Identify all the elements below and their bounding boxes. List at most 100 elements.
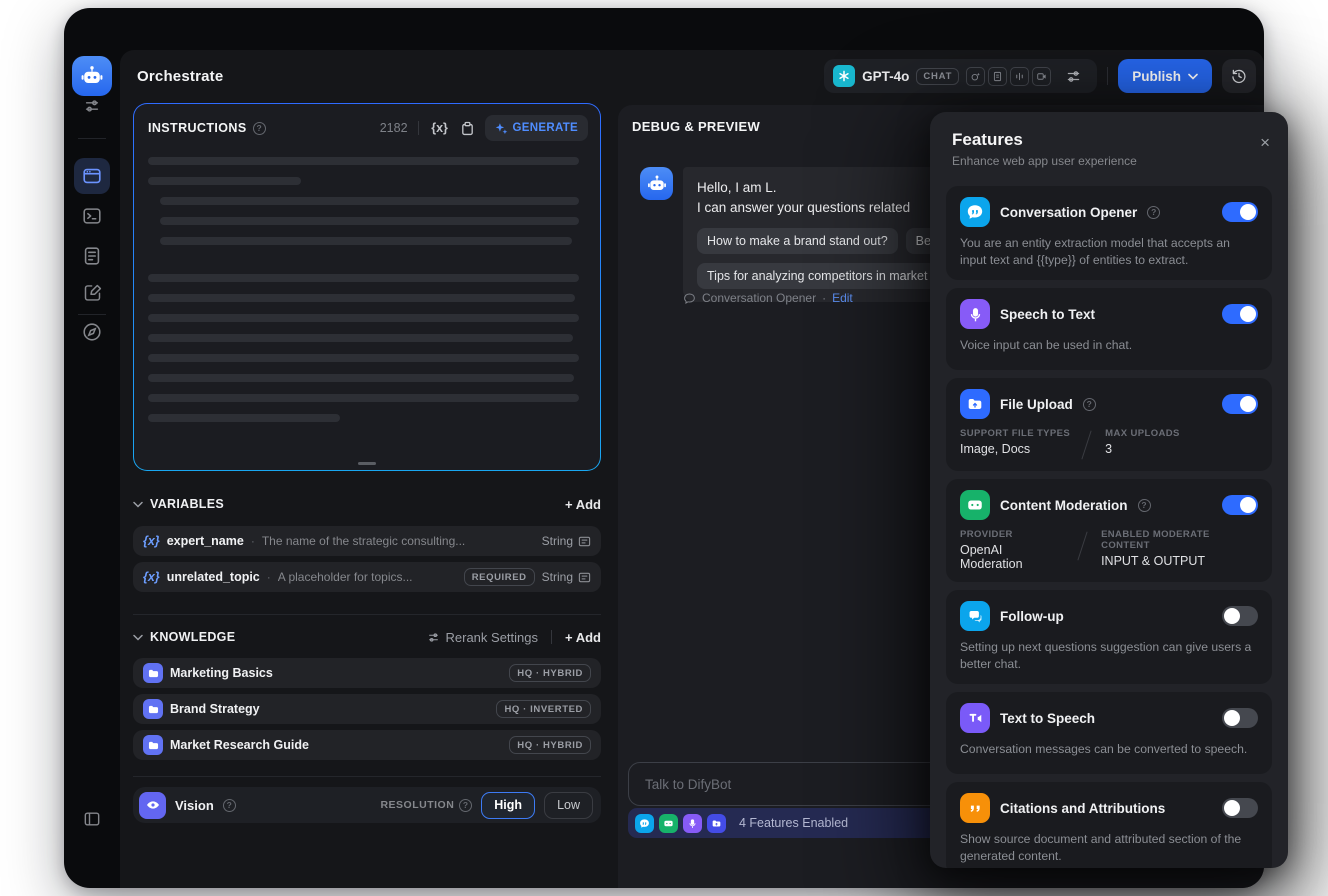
feature-col-label: PROVIDER xyxy=(960,529,1013,541)
speech-to-text-toggle[interactable] xyxy=(1222,304,1258,325)
dot-separator: · xyxy=(822,291,827,305)
video-capability-icon xyxy=(1032,66,1052,86)
suggested-question-chip[interactable]: How to make a brand stand out? xyxy=(697,227,898,254)
rerank-settings-button[interactable]: Rerank Settings xyxy=(427,629,539,645)
rerank-label: Rerank Settings xyxy=(445,629,539,645)
model-selector[interactable]: GPT-4o CHAT xyxy=(824,59,1098,93)
feature-desc: Voice input can be used in chat. xyxy=(960,338,1133,353)
version-history-button[interactable] xyxy=(1222,59,1256,93)
chevron-down-icon[interactable] xyxy=(133,501,143,508)
variable-name: unrelated_topic xyxy=(166,570,260,584)
help-icon: ? xyxy=(222,798,236,812)
chat-bubble-icon xyxy=(684,292,695,304)
feature-card-file-upload: File Upload ? SUPPORT FILE TYPES Image, … xyxy=(946,378,1272,472)
dataset-badge: HQ · HYBRID xyxy=(509,664,591,682)
slash-divider xyxy=(1081,430,1092,460)
page-title: Orchestrate xyxy=(137,67,224,85)
sparkle-icon xyxy=(495,122,507,134)
knowledge-row[interactable]: Marketing Basics HQ · HYBRID xyxy=(133,658,601,688)
suggested-question-chip[interactable]: Tips for analyzing competitors in market xyxy=(697,262,938,289)
feature-card-conversation-opener: Conversation Opener ? You are an entity … xyxy=(946,186,1272,281)
sidebar-item-logs-icon[interactable] xyxy=(80,244,104,268)
feature-desc: You are an entity extraction model that … xyxy=(960,236,1230,268)
divider xyxy=(551,630,552,644)
publish-label: Publish xyxy=(1132,68,1181,84)
add-variable-button[interactable]: + Add xyxy=(565,497,601,512)
features-enabled-label: 4 Features Enabled xyxy=(739,816,849,830)
char-count: 2182 xyxy=(379,121,408,135)
chevron-down-icon xyxy=(1188,73,1198,80)
collapse-sidebar-icon[interactable] xyxy=(81,808,103,830)
knowledge-row[interactable]: Brand Strategy HQ · INVERTED xyxy=(133,694,601,724)
add-knowledge-button[interactable]: + Add xyxy=(565,630,601,645)
citations-toggle[interactable] xyxy=(1222,798,1258,819)
edit-opener-link[interactable]: Edit xyxy=(832,291,853,305)
variable-row[interactable]: {x} unrelated_topic · A placeholder for … xyxy=(133,562,601,592)
openai-logo-icon xyxy=(833,65,856,87)
model-params-icon[interactable] xyxy=(1058,61,1088,91)
copy-icon[interactable] xyxy=(457,117,479,139)
feature-card-content-moderation: Content Moderation ? PROVIDER OpenAI Mod… xyxy=(946,479,1272,583)
document-capability-icon xyxy=(988,66,1008,86)
chevron-down-icon[interactable] xyxy=(133,634,143,641)
variable-desc: The name of the strategic consulting... xyxy=(261,534,466,548)
sliders-icon xyxy=(428,632,438,642)
help-icon: ? xyxy=(1082,397,1096,411)
toolbar-divider xyxy=(417,121,419,135)
config-column: INSTRUCTIONS ? 2182 {x} GENERATE VARIABL… xyxy=(133,103,601,888)
vision-row: Vision ? RESOLUTION ? High Low xyxy=(133,787,601,823)
close-icon[interactable]: × xyxy=(1260,134,1270,151)
app-logo-robot-icon[interactable] xyxy=(72,56,112,96)
conversation-opener-mini-icon xyxy=(635,813,654,833)
variable-row[interactable]: {x} expert_name · The name of the strate… xyxy=(133,526,601,556)
file-upload-toggle[interactable] xyxy=(1222,394,1258,415)
instructions-panel[interactable]: INSTRUCTIONS ? 2182 {x} GENERATE xyxy=(133,103,601,471)
help-icon: ? xyxy=(1137,498,1151,512)
variable-token-icon: {x} xyxy=(143,570,160,584)
variable-type: String xyxy=(541,570,573,584)
help-icon: ? xyxy=(459,798,473,812)
sidebar-item-terminal-icon[interactable] xyxy=(80,204,104,228)
text-to-speech-toggle[interactable] xyxy=(1222,708,1258,729)
model-mode-badge: CHAT xyxy=(916,67,960,85)
section-divider xyxy=(133,776,601,777)
instructions-text-skeleton xyxy=(134,147,600,422)
follow-up-toggle[interactable] xyxy=(1222,606,1258,627)
dot-separator: · xyxy=(266,570,271,584)
variable-type: String xyxy=(541,534,573,548)
sidebar-item-annotation-icon[interactable] xyxy=(80,280,104,304)
workflow-settings-icon[interactable] xyxy=(82,96,102,116)
text-to-speech-icon xyxy=(960,703,990,734)
dataset-name: Brand Strategy xyxy=(170,702,260,716)
sidebar-item-orchestrate[interactable] xyxy=(74,158,110,194)
resolution-label: RESOLUTION xyxy=(380,799,455,811)
resize-handle[interactable] xyxy=(358,462,376,465)
text-input-icon xyxy=(578,536,591,546)
header-divider xyxy=(1107,67,1109,85)
feature-col-value: 3 xyxy=(1105,442,1113,457)
citations-icon xyxy=(960,793,990,824)
feature-col-value: INPUT & OUTPUT xyxy=(1101,554,1206,569)
publish-button[interactable]: Publish xyxy=(1118,59,1212,93)
generate-button[interactable]: GENERATE xyxy=(484,115,588,141)
knowledge-row[interactable]: Market Research Guide HQ · HYBRID xyxy=(133,730,601,760)
content-moderation-toggle[interactable] xyxy=(1222,495,1258,516)
insert-variable-icon[interactable]: {x} xyxy=(429,117,451,139)
feature-desc: Setting up next questions suggestion can… xyxy=(960,640,1252,672)
conversation-opener-toggle[interactable] xyxy=(1222,202,1258,222)
vision-label: Vision xyxy=(175,797,214,813)
feature-title: Citations and Attributions xyxy=(1000,800,1166,816)
sidebar-item-explore-icon[interactable] xyxy=(80,320,104,344)
conversation-opener-icon xyxy=(960,197,990,227)
model-name: GPT-4o xyxy=(862,68,910,84)
feature-col-value: Image, Docs xyxy=(960,442,1031,457)
rail-divider xyxy=(78,314,106,315)
file-upload-icon xyxy=(960,389,990,420)
resolution-high-button[interactable]: High xyxy=(481,791,536,819)
resolution-low-button[interactable]: Low xyxy=(544,791,593,819)
knowledge-title: KNOWLEDGE xyxy=(150,630,236,644)
opener-label: Conversation Opener xyxy=(702,291,817,305)
feature-col-value: OpenAI Moderation xyxy=(960,543,1023,572)
knowledge-section-header: KNOWLEDGE Rerank Settings + Add xyxy=(133,628,601,646)
feature-title: Text to Speech xyxy=(1000,710,1096,726)
